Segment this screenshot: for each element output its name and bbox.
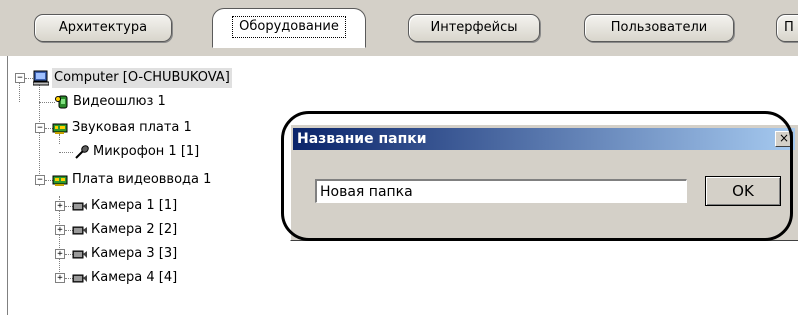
tab-partial[interactable]: П <box>776 14 798 42</box>
tree-guide <box>39 102 55 103</box>
tree-guide <box>59 152 73 153</box>
expand-toggle[interactable]: + <box>55 273 65 283</box>
tab-interfaces[interactable]: Интерфейсы <box>408 14 540 42</box>
tab-label: Интерфейсы <box>430 20 518 35</box>
microphone-icon <box>75 145 89 159</box>
expand-toggle[interactable]: + <box>55 201 65 211</box>
computer-icon <box>33 70 49 86</box>
collapse-toggle[interactable]: − <box>35 175 45 185</box>
tree-row-root[interactable]: − Computer [O-CHUBUKOVA] <box>8 68 308 88</box>
collapse-toggle[interactable]: − <box>35 123 45 133</box>
sound-card-icon <box>52 123 68 134</box>
dialog-title: Название папки <box>293 128 795 150</box>
expand-toggle[interactable]: + <box>55 225 65 235</box>
camera-icon <box>72 202 87 211</box>
ok-button[interactable]: OK <box>705 176 781 206</box>
tab-equipment[interactable]: Оборудование <box>212 8 366 48</box>
camera-icon <box>72 274 87 283</box>
tab-architecture[interactable]: Архитектура <box>34 14 172 42</box>
tab-users[interactable]: Пользователи <box>584 14 734 42</box>
tree-row[interactable]: + Камера 2 [2] <box>8 220 308 240</box>
tree-label: Микрофон 1 [1] <box>93 144 200 159</box>
tab-label: Пользователи <box>610 20 708 35</box>
video-capture-board-icon <box>52 175 68 186</box>
tab-label: Оборудование <box>232 16 346 38</box>
tree-row[interactable]: + Камера 3 [3] <box>8 244 308 264</box>
folder-name-input[interactable] <box>315 179 687 203</box>
tree-row[interactable]: − Звуковая плата 1 <box>8 118 308 138</box>
collapse-toggle[interactable]: − <box>15 73 25 83</box>
camera-icon <box>72 250 87 259</box>
tree-guide <box>25 78 33 79</box>
tree-label: Камера 1 [1] <box>91 198 178 213</box>
camera-icon <box>72 226 87 235</box>
expand-toggle[interactable]: + <box>55 249 65 259</box>
tree-label: Камера 4 [4] <box>91 270 178 285</box>
tree-label: Камера 2 [2] <box>91 222 178 237</box>
tree-row[interactable]: + Камера 4 [4] <box>8 268 308 288</box>
tree-label: Computer [O-CHUBUKOVA] <box>52 68 232 88</box>
close-icon: × <box>778 131 790 145</box>
tree-row[interactable]: Микрофон 1 [1] <box>8 142 308 162</box>
tree-row[interactable]: − Плата видеоввода 1 <box>8 170 308 190</box>
tab-label: П <box>784 20 794 35</box>
close-button[interactable]: × <box>775 131 793 147</box>
tree-row[interactable]: + Камера 1 [1] <box>8 196 308 216</box>
tree-label: Плата видеоввода 1 <box>72 172 212 187</box>
folder-name-dialog: Название папки × OK <box>290 124 798 241</box>
tab-bar: Архитектура Оборудование Интерфейсы Поль… <box>0 0 798 56</box>
tree-label: Видеошлюз 1 <box>73 94 166 109</box>
tree-row[interactable]: Видеошлюз 1 <box>8 92 308 112</box>
tree-label: Камера 3 [3] <box>91 246 178 261</box>
video-gateway-icon <box>55 95 68 109</box>
tree-label: Звуковая плата 1 <box>72 120 192 135</box>
tab-label: Архитектура <box>58 20 148 35</box>
